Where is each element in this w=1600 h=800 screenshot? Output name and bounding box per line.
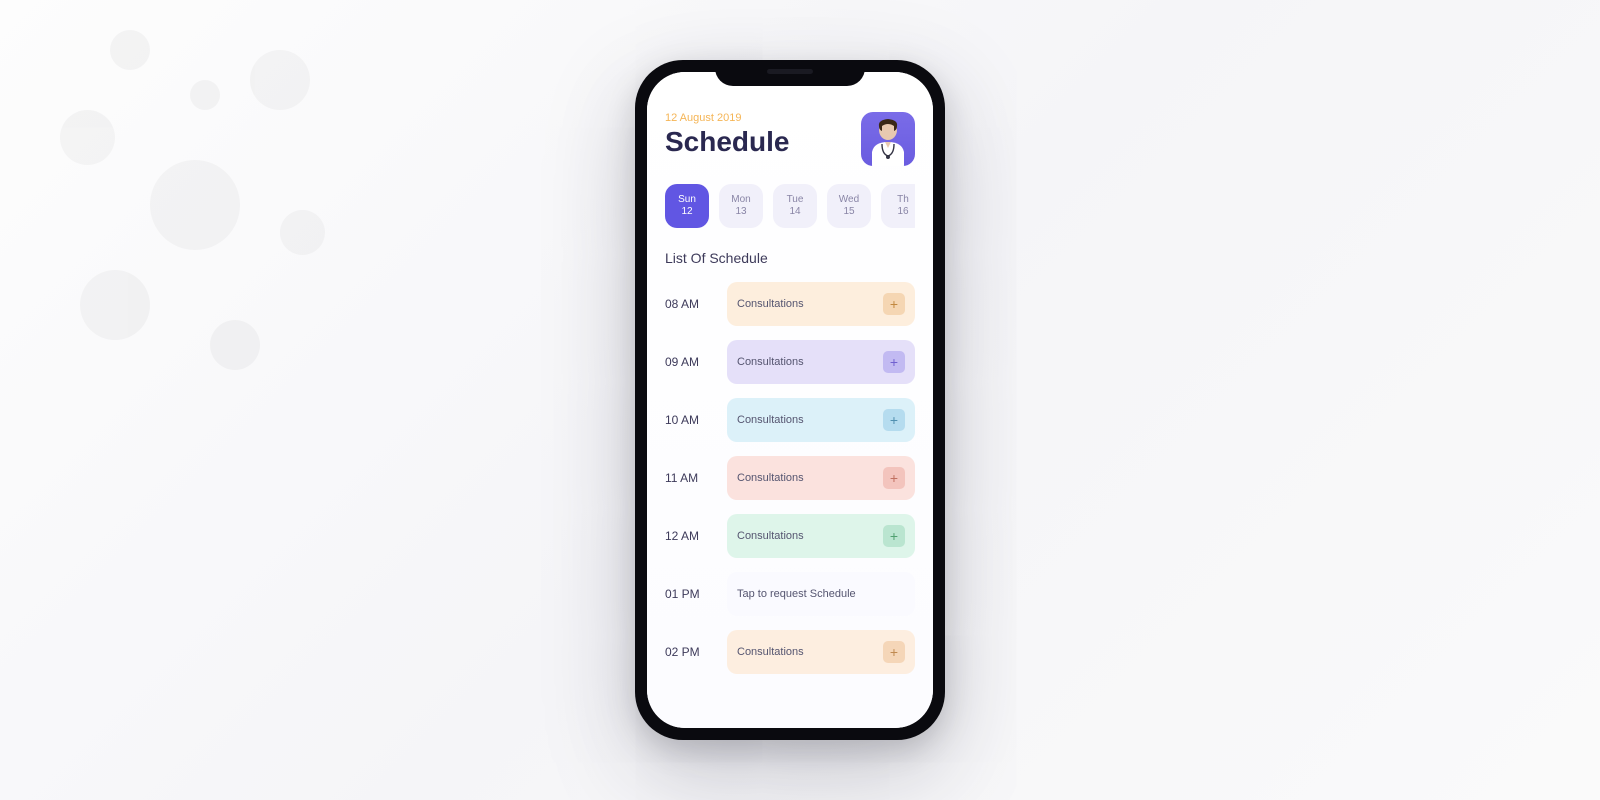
schedule-row: 09 AM Consultations +	[665, 340, 915, 384]
slot-label: Consultations	[737, 356, 804, 368]
background-pattern	[50, 20, 450, 420]
consultation-card[interactable]: Consultations +	[727, 282, 915, 326]
consultation-card[interactable]: Consultations +	[727, 398, 915, 442]
slot-time: 02 PM	[665, 645, 713, 659]
plus-icon: +	[890, 528, 898, 544]
header-text-block: 12 August 2019 Schedule	[665, 112, 789, 158]
day-chip[interactable]: Th16	[881, 184, 915, 228]
schedule-row: 11 AM Consultations +	[665, 456, 915, 500]
phone-screen: 12 August 2019 Schedule Sun12Mon13Tue14W…	[647, 72, 933, 728]
slot-time: 09 AM	[665, 355, 713, 369]
slot-label: Consultations	[737, 646, 804, 658]
plus-icon: +	[890, 412, 898, 428]
day-chip[interactable]: Sun12	[665, 184, 709, 228]
slot-label: Consultations	[737, 530, 804, 542]
schedule-row: 12 AM Consultations +	[665, 514, 915, 558]
consultation-card[interactable]: Consultations +	[727, 630, 915, 674]
day-name: Tue	[787, 194, 804, 207]
schedule-row: 01 PM Tap to request Schedule	[665, 572, 915, 616]
day-name: Wed	[839, 194, 859, 207]
page-title: Schedule	[665, 126, 789, 158]
phone-notch	[715, 60, 865, 86]
slot-time: 08 AM	[665, 297, 713, 311]
slot-label: Consultations	[737, 414, 804, 426]
day-chip[interactable]: Wed15	[827, 184, 871, 228]
slot-time: 01 PM	[665, 587, 713, 601]
day-number: 14	[789, 206, 800, 219]
day-name: Th	[897, 194, 909, 207]
slot-label: Consultations	[737, 298, 804, 310]
consultation-card[interactable]: Consultations +	[727, 514, 915, 558]
schedule-row: 10 AM Consultations +	[665, 398, 915, 442]
day-chip[interactable]: Tue14	[773, 184, 817, 228]
plus-icon: +	[890, 470, 898, 486]
add-button[interactable]: +	[883, 525, 905, 547]
add-button[interactable]: +	[883, 409, 905, 431]
slot-label: Consultations	[737, 472, 804, 484]
empty-slot-card[interactable]: Tap to request Schedule	[727, 572, 915, 616]
slot-time: 11 AM	[665, 471, 713, 485]
day-number: 16	[897, 206, 908, 219]
phone-frame: 12 August 2019 Schedule Sun12Mon13Tue14W…	[635, 60, 945, 740]
consultation-card[interactable]: Consultations +	[727, 456, 915, 500]
consultation-card[interactable]: Consultations +	[727, 340, 915, 384]
day-chip[interactable]: Mon13	[719, 184, 763, 228]
add-button[interactable]: +	[883, 293, 905, 315]
schedule-row: 02 PM Consultations +	[665, 630, 915, 674]
plus-icon: +	[890, 354, 898, 370]
day-number: 12	[681, 206, 692, 219]
day-number: 15	[843, 206, 854, 219]
day-picker: Sun12Mon13Tue14Wed15Th16	[665, 184, 915, 228]
day-name: Sun	[678, 194, 696, 207]
add-button[interactable]: +	[883, 467, 905, 489]
day-name: Mon	[731, 194, 750, 207]
slot-time: 12 AM	[665, 529, 713, 543]
slot-time: 10 AM	[665, 413, 713, 427]
day-number: 13	[735, 206, 746, 219]
slot-label: Tap to request Schedule	[737, 588, 856, 600]
plus-icon: +	[890, 296, 898, 312]
header: 12 August 2019 Schedule	[665, 112, 915, 166]
schedule-list: 08 AM Consultations +09 AM Consultations +10…	[665, 282, 915, 674]
avatar[interactable]	[861, 112, 915, 166]
add-button[interactable]: +	[883, 641, 905, 663]
add-button[interactable]: +	[883, 351, 905, 373]
plus-icon: +	[890, 644, 898, 660]
doctor-avatar-icon	[864, 116, 912, 166]
schedule-row: 08 AM Consultations +	[665, 282, 915, 326]
section-label: List Of Schedule	[665, 250, 915, 266]
header-date: 12 August 2019	[665, 112, 789, 124]
